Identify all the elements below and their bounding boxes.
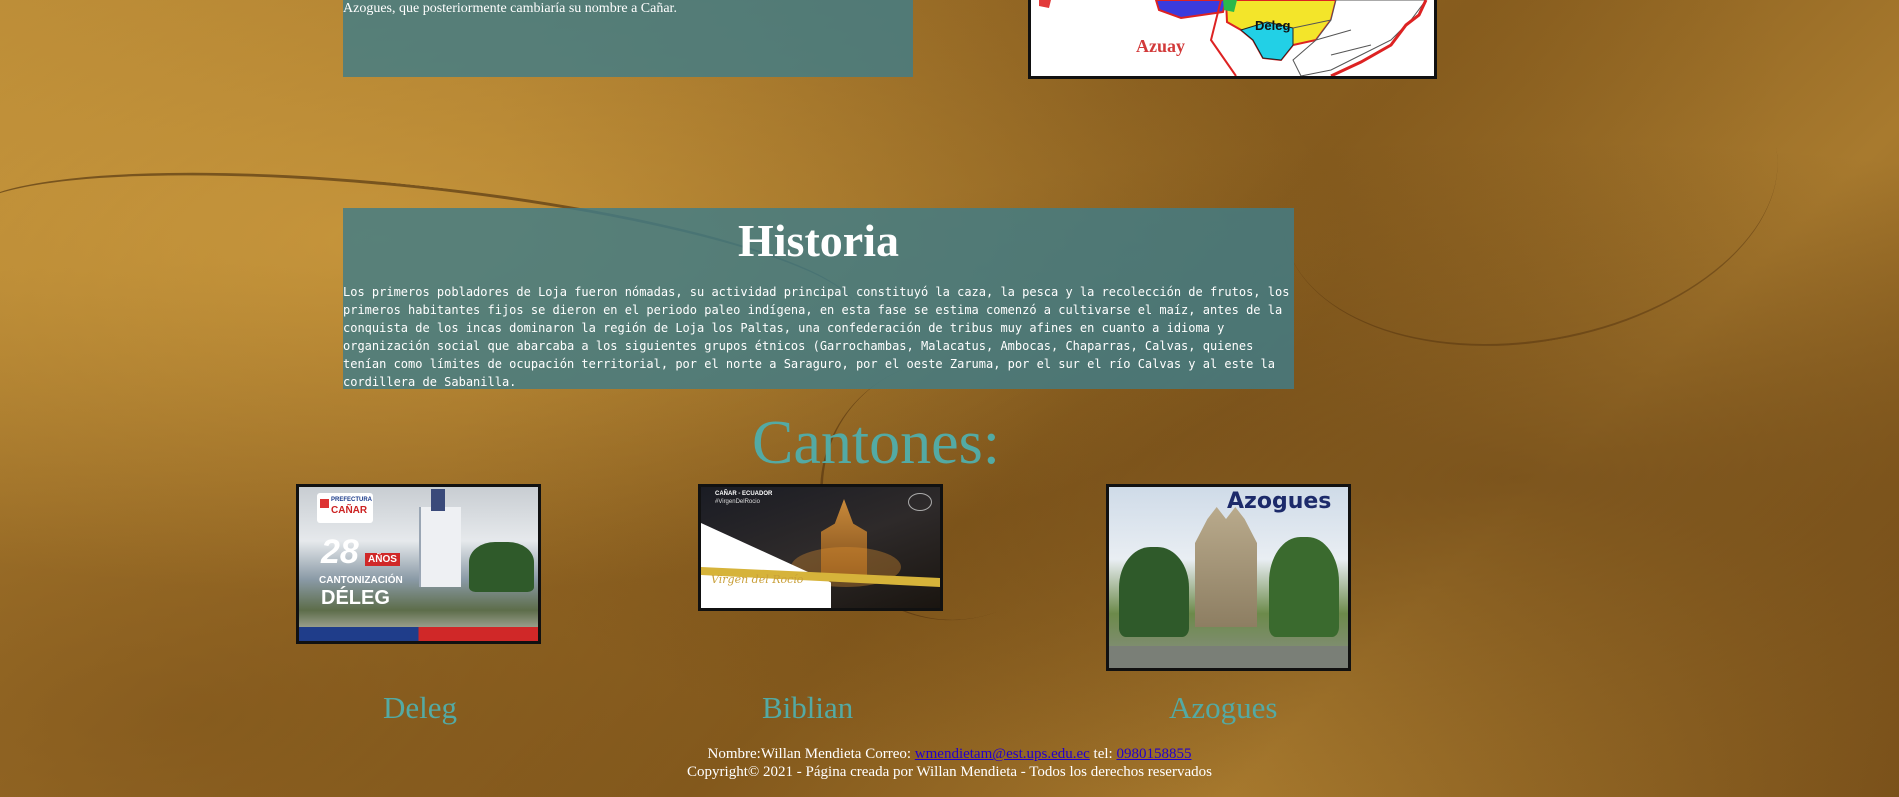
intro-text: Azogues, que posteriormente cambiaría su… [343, 1, 677, 16]
footer-tel-label: tel: [1093, 746, 1113, 762]
canton-name-biblian: Biblian [762, 690, 854, 725]
biblian-image-virgen: Virgen del Rocío [711, 573, 804, 586]
azogues-image-title: Azogues [1227, 489, 1332, 514]
footer-phone-link[interactable]: 0980158855 [1116, 746, 1191, 762]
deleg-image: PREFECTURA CAÑAR 28 AÑOS CANTONIZACIÓN D… [296, 484, 541, 644]
deleg-image-cantonizacion: CANTONIZACIÓN [319, 575, 403, 586]
historia-panel: Historia Los primeros pobladores de Loja… [343, 208, 1294, 389]
azogues-image: Azogues [1106, 484, 1351, 671]
cantones-title: Cantones: [752, 409, 1000, 477]
map-graphic: Deleg Azuay [1031, 0, 1434, 76]
map-label-azuay: Azuay [1136, 36, 1185, 56]
footer-nombre-label: Nombre:Willan Mendieta Correo: [707, 746, 912, 762]
map-label-deleg: Deleg [1255, 18, 1290, 33]
biblian-image-hashtag: #VirgenDelRocio [715, 499, 760, 505]
intro-panel: Azogues, que posteriormente cambiaría su… [343, 0, 913, 77]
footer: Nombre:Willan Mendieta Correo: wmendieta… [0, 745, 1899, 781]
footer-contact: Nombre:Willan Mendieta Correo: wmendieta… [0, 745, 1899, 763]
deleg-image-28: 28 [321, 533, 359, 571]
deleg-image-prefectura: PREFECTURA [331, 497, 373, 503]
deleg-image-anos: AÑOS [365, 553, 400, 566]
historia-text: Los primeros pobladores de Loja fueron n… [343, 285, 1290, 389]
footer-email-link[interactable]: wmendietam@est.ups.edu.ec [915, 746, 1090, 762]
canar-map: Deleg Azuay [1028, 0, 1437, 79]
deleg-image-deleg: DÉLEG [321, 587, 390, 609]
canton-name-deleg: Deleg [383, 690, 458, 725]
deleg-image-canar: CAÑAR [331, 505, 368, 516]
biblian-image: CAÑAR - ECUADOR #VirgenDelRocio Virgen d… [698, 484, 943, 611]
footer-copyright: Copyright© 2021 - Página creada por Will… [687, 764, 1212, 780]
historia-title: Historia [738, 215, 899, 266]
canton-name-azogues: Azogues [1169, 690, 1278, 725]
biblian-image-country: CAÑAR - ECUADOR [715, 491, 773, 497]
